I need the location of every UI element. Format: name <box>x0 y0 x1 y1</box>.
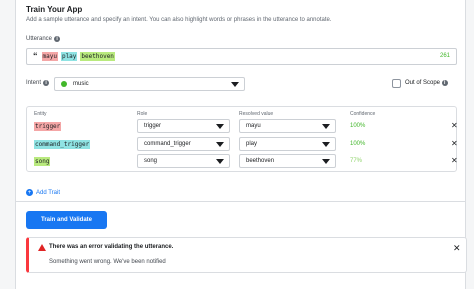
intent-value: music <box>73 81 89 87</box>
chevron-down-icon <box>231 82 239 87</box>
confidence-value: 100% <box>350 123 366 129</box>
column-header-role: Role <box>137 111 148 117</box>
resolved-value: mayu <box>246 123 261 129</box>
add-trait-label: Add Trait <box>36 189 61 196</box>
entity-table: Entity Role Resolved value Confidence tr… <box>26 106 458 172</box>
resolved-value: beethoven <box>246 158 275 164</box>
chevron-down-icon <box>322 142 330 147</box>
entity-tag[interactable]: trigger <box>34 122 62 131</box>
role-value: command_trigger <box>144 141 191 147</box>
out-of-scope-label: Out of Scope <box>405 80 441 86</box>
role-select[interactable]: command_trigger <box>137 137 230 151</box>
utterance-token[interactable]: mayu <box>41 52 58 61</box>
close-icon[interactable]: ✕ <box>451 139 458 148</box>
resolved-value-select[interactable]: play <box>239 137 336 151</box>
close-icon[interactable]: ✕ <box>451 156 458 165</box>
intent-label: Intent <box>26 80 42 86</box>
role-value: trigger <box>144 123 162 129</box>
close-icon[interactable]: ✕ <box>453 243 461 254</box>
error-title: There was an error validating the uttera… <box>49 244 174 250</box>
chevron-down-icon <box>322 124 330 129</box>
info-icon[interactable]: i <box>43 80 50 86</box>
intent-select[interactable]: music <box>54 77 245 91</box>
quote-icon: “ <box>33 51 38 61</box>
confidence-value: 77% <box>350 158 363 164</box>
warning-icon <box>38 244 46 251</box>
resolved-value-select[interactable]: mayu <box>239 119 336 133</box>
table-row: trigger trigger mayu 100% ✕ <box>27 119 458 133</box>
page-title: Train Your App <box>26 5 83 14</box>
error-alert: There was an error validating the uttera… <box>26 237 467 273</box>
character-count: 261 <box>439 53 450 59</box>
chevron-down-icon <box>216 142 224 147</box>
role-select[interactable]: trigger <box>137 119 230 133</box>
column-header-confidence: Confidence <box>350 111 376 117</box>
info-icon[interactable]: i <box>441 80 448 86</box>
intent-label-group: Intent i <box>26 80 50 86</box>
chevron-down-icon <box>216 124 224 129</box>
page-subtitle: Add a sample utterance and specify an in… <box>26 17 332 23</box>
utterance-label-group: Utterance i <box>26 36 61 42</box>
role-select[interactable]: song <box>137 154 230 168</box>
table-row: command_trigger command_trigger play 100… <box>27 137 458 151</box>
plus-icon: + <box>26 189 33 196</box>
resolved-value: play <box>246 141 258 147</box>
out-of-scope-checkbox[interactable] <box>392 79 401 88</box>
entity-tag[interactable]: song <box>34 157 51 166</box>
confidence-value: 100% <box>350 141 366 147</box>
role-value: song <box>144 158 158 164</box>
train-and-validate-button[interactable]: Train and Validate <box>26 211 107 229</box>
entity-tag[interactable]: command_trigger <box>34 140 91 149</box>
chevron-down-icon <box>216 159 224 164</box>
out-of-scope-label-group: Out of Scope i <box>405 80 448 86</box>
utterance-token[interactable]: play <box>60 52 78 61</box>
utterance-tokens: mayu play beethoven <box>41 52 118 61</box>
info-icon[interactable]: i <box>54 36 61 42</box>
resolved-value-select[interactable]: beethoven <box>239 154 336 168</box>
utterance-token[interactable]: beethoven <box>80 52 115 61</box>
close-icon[interactable]: ✕ <box>451 121 458 130</box>
divider <box>16 201 465 202</box>
intent-status-dot <box>61 81 67 87</box>
add-trait-link[interactable]: + Add Trait <box>26 189 60 196</box>
utterance-label: Utterance <box>26 36 53 42</box>
column-header-resolved: Resolved value <box>239 111 274 117</box>
column-header-entity: Entity <box>34 111 47 117</box>
utterance-input[interactable]: “ mayu play beethoven 261 <box>26 48 457 65</box>
error-message: Something went wrong. We've been notifie… <box>49 259 166 265</box>
train-app-card: Train Your App Add a sample utterance an… <box>15 0 467 289</box>
table-row: song song beethoven 77% ✕ <box>27 154 458 168</box>
chevron-down-icon <box>322 159 330 164</box>
